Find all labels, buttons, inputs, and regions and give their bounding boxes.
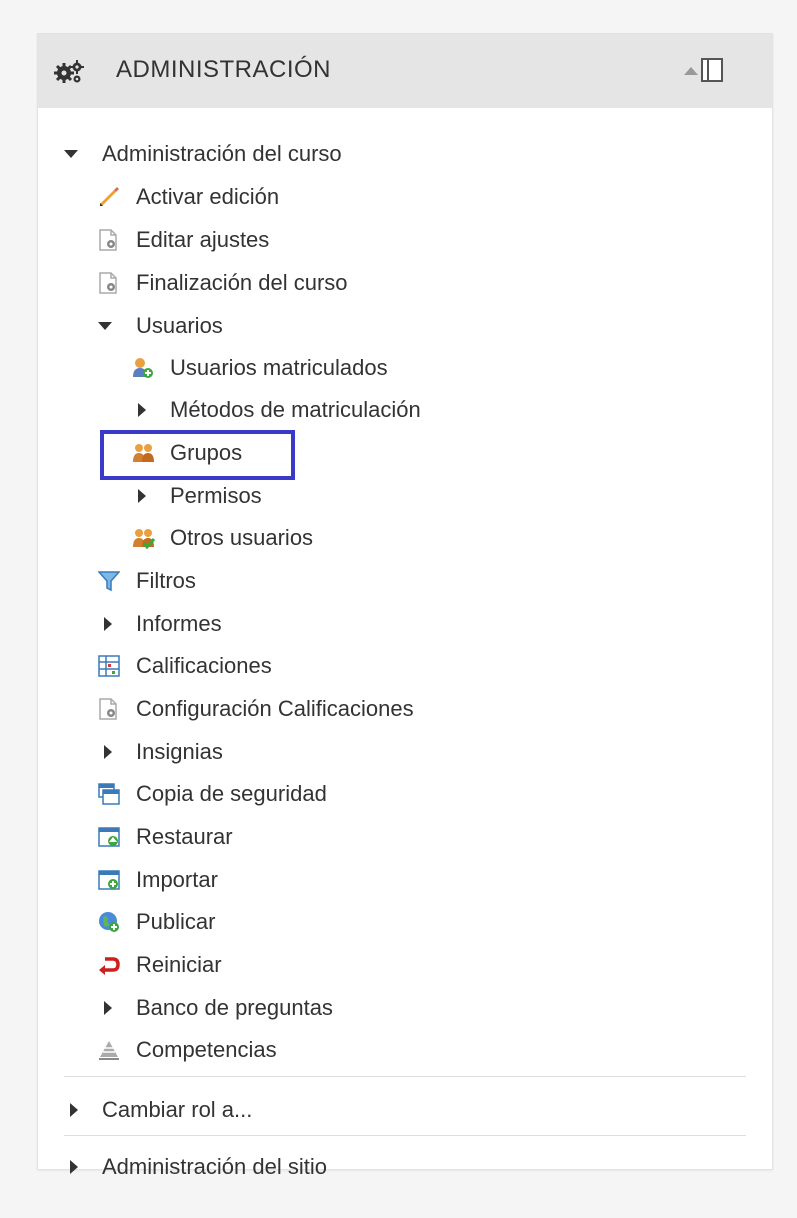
administration-block: ADMINISTRACIÓN Administración del curso … (37, 33, 773, 1179)
caret-right-icon (104, 1001, 112, 1015)
tree-item-other-users[interactable]: Otros usuarios (132, 523, 392, 553)
tree-label: Administración del curso (102, 141, 342, 166)
settings-page-icon (98, 694, 120, 724)
tree-item-backup[interactable]: Copia de seguridad (98, 779, 418, 809)
dock-icon[interactable] (701, 58, 723, 82)
gears-icon (54, 60, 84, 84)
tree-node-enrolment-methods[interactable]: Métodos de matriculación (132, 395, 532, 425)
collapse-icon[interactable] (684, 67, 698, 75)
divider (64, 1135, 746, 1136)
tree-item-enrolled-users[interactable]: Usuarios matriculados (132, 353, 492, 383)
caret-down-icon (64, 150, 78, 158)
tree-label: Informes (136, 611, 222, 636)
grades-icon (98, 651, 120, 681)
divider (64, 1076, 746, 1077)
tree-item-publish[interactable]: Publicar (98, 907, 318, 937)
block-title: ADMINISTRACIÓN (116, 56, 332, 83)
restore-icon (98, 822, 120, 852)
tree-item-competencies[interactable]: Competencias (98, 1035, 358, 1065)
tree-node-users[interactable]: Usuarios (98, 311, 298, 341)
tree-item-grade-setup[interactable]: Configuración Calificaciones (98, 694, 538, 724)
tree-label: Cambiar rol a... (102, 1097, 253, 1122)
tree-node-site-admin[interactable]: Administración del sitio (64, 1152, 464, 1182)
tree-item-import[interactable]: Importar (98, 865, 318, 895)
caret-right-icon (138, 403, 146, 417)
tree-label: Usuarios (136, 313, 223, 338)
tree-label: Publicar (136, 909, 216, 934)
reset-icon (98, 950, 120, 980)
highlight-box (100, 430, 295, 480)
tree-item-course-completion[interactable]: Finalización del curso (98, 268, 458, 298)
tree-item-grades[interactable]: Calificaciones (98, 651, 358, 681)
tree-label: Importar (136, 867, 218, 892)
tree-label: Editar ajustes (136, 227, 270, 252)
tree-label: Permisos (170, 483, 262, 508)
filter-icon (98, 566, 120, 596)
tree-node-permissions[interactable]: Permisos (132, 481, 332, 511)
tree-label: Calificaciones (136, 653, 272, 678)
caret-right-icon (138, 489, 146, 503)
tree-label: Filtros (136, 568, 196, 593)
tree-label: Copia de seguridad (136, 781, 327, 806)
tree-label: Reiniciar (136, 952, 222, 977)
tree-item-edit-settings[interactable]: Editar ajustes (98, 225, 398, 255)
tree-item-reset[interactable]: Reiniciar (98, 950, 318, 980)
tree-item-activate-editing[interactable]: Activar edición (98, 182, 398, 212)
caret-right-icon (104, 745, 112, 759)
tree-item-filters[interactable]: Filtros (98, 566, 298, 596)
tree-node-question-bank[interactable]: Banco de preguntas (98, 993, 418, 1023)
user-add-icon (132, 353, 154, 383)
competencies-icon (98, 1035, 120, 1065)
users-check-icon (132, 523, 156, 553)
tree-label: Competencias (136, 1037, 277, 1062)
tree-label: Configuración Calificaciones (136, 696, 414, 721)
tree-label: Restaurar (136, 824, 233, 849)
tree-label: Otros usuarios (170, 525, 314, 550)
tree-item-restore[interactable]: Restaurar (98, 822, 318, 852)
tree-label: Métodos de matriculación (170, 397, 421, 422)
globe-icon (98, 907, 120, 937)
tree-node-switch-role[interactable]: Cambiar rol a... (64, 1095, 364, 1125)
block-header: ADMINISTRACIÓN (38, 34, 772, 108)
caret-right-icon (70, 1103, 78, 1117)
caret-right-icon (70, 1160, 78, 1174)
tree-label: Banco de preguntas (136, 995, 333, 1020)
tree-label: Activar edición (136, 184, 280, 209)
pencil-icon (98, 182, 120, 212)
settings-page-icon (98, 225, 120, 255)
backup-icon (98, 779, 120, 809)
tree-label: Finalización del curso (136, 270, 348, 295)
caret-right-icon (104, 617, 112, 631)
tree-label: Administración del sitio (102, 1154, 327, 1179)
tree-label: Insignias (136, 739, 223, 764)
settings-page-icon (98, 268, 120, 298)
tree-label: Usuarios matriculados (170, 355, 388, 380)
import-icon (98, 865, 120, 895)
tree-node-badges[interactable]: Insignias (98, 737, 298, 767)
tree-node-course-admin[interactable]: Administración del curso (64, 139, 464, 169)
caret-down-icon (98, 322, 112, 330)
tree-node-reports[interactable]: Informes (98, 609, 298, 639)
